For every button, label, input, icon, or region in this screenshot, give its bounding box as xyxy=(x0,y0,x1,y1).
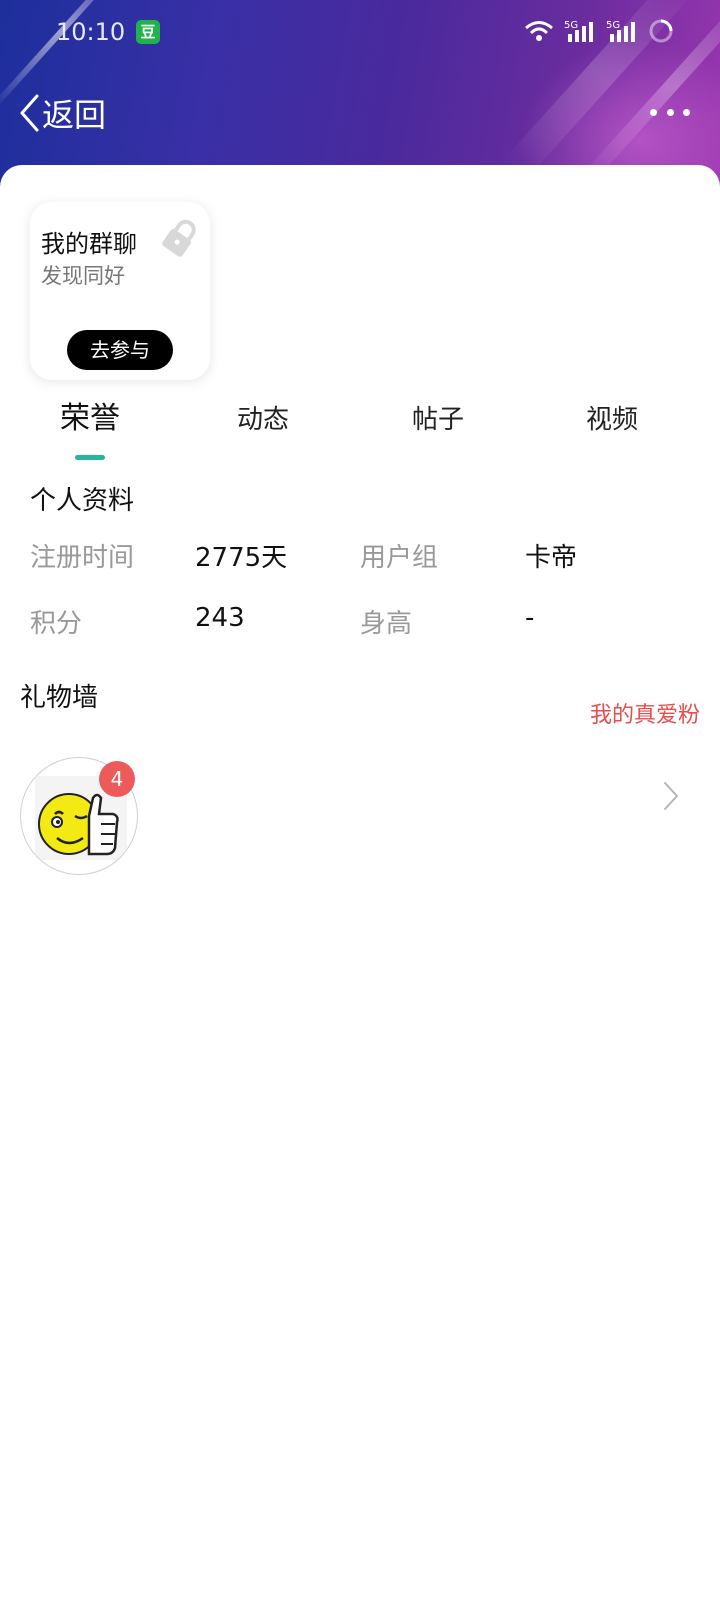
points-value: 243 xyxy=(195,603,245,633)
group-chat-card[interactable]: 我的群聊 发现同好 去参与 xyxy=(30,202,210,380)
true-fans-link[interactable]: 我的真爱粉 xyxy=(590,697,700,729)
signal-5g-icon-2: 5G xyxy=(606,20,635,42)
lock-icon xyxy=(162,219,196,257)
chevron-left-icon xyxy=(20,94,39,132)
gift-wall-title: 礼物墙 xyxy=(20,683,99,713)
more-button[interactable] xyxy=(650,100,690,124)
join-button[interactable]: 去参与 xyxy=(67,330,173,370)
back-label: 返回 xyxy=(42,96,107,134)
user-group-label: 用户组 xyxy=(360,543,439,573)
group-card-subtitle: 发现同好 xyxy=(41,264,125,288)
height-value: - xyxy=(525,603,535,633)
register-time-label: 注册时间 xyxy=(30,543,135,573)
svg-text:5G: 5G xyxy=(564,20,578,31)
top-nav: 返回 xyxy=(0,80,720,150)
active-tab-indicator xyxy=(75,455,105,460)
tab-honor[interactable]: 荣誉 xyxy=(40,393,140,437)
battery-ring-icon xyxy=(649,19,673,43)
status-bar: 10:10 豆 5G 5G xyxy=(0,0,720,64)
chevron-right-icon[interactable] xyxy=(662,780,680,812)
gift-count-badge: 4 xyxy=(99,761,135,797)
status-time: 10:10 xyxy=(56,18,126,46)
height-label: 身高 xyxy=(360,609,413,639)
points-label: 积分 xyxy=(30,609,83,639)
more-dots-icon xyxy=(650,108,657,116)
tab-posts[interactable]: 帖子 xyxy=(388,399,488,436)
status-icons: 5G 5G xyxy=(524,18,674,44)
register-time-value: 2775天 xyxy=(195,543,288,573)
group-card-title: 我的群聊 xyxy=(41,230,137,258)
signal-5g-icon: 5G xyxy=(564,20,593,42)
app-notification-icon: 豆 xyxy=(136,20,160,44)
back-button[interactable]: 返回 xyxy=(18,90,106,136)
svg-text:5G: 5G xyxy=(606,20,620,31)
tab-activity[interactable]: 动态 xyxy=(213,399,313,436)
tab-videos[interactable]: 视频 xyxy=(562,399,662,436)
tab-bar: 荣誉 动态 帖子 视频 xyxy=(0,395,720,455)
wifi-icon xyxy=(525,21,553,41)
content-sheet: 我的群聊 发现同好 去参与 荣誉 动态 帖子 视频 个人资料 注册时间 2775… xyxy=(0,165,720,1612)
user-group-value: 卡帝 xyxy=(525,543,578,573)
profile-section-title: 个人资料 xyxy=(30,486,135,516)
